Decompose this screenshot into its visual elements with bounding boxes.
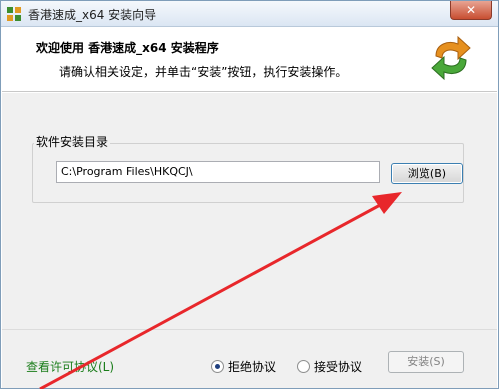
welcome-subtitle: 请确认相关设定，并单击“安装”按钮，执行安装操作。 [59,65,348,79]
reject-agreement-radio[interactable]: 拒绝协议 [211,358,276,375]
refresh-arrows-icon [430,34,472,82]
app-icon [6,6,22,22]
install-dir-label: 软件安装目录 [34,133,111,150]
browse-button[interactable]: 浏览(B) [391,163,463,184]
footer-panel: 查看许可协议(L) 拒绝协议 接受协议 安装(S) [2,329,497,388]
title-bar[interactable]: 香港速成_x64 安装向导 ✕ [1,1,498,27]
view-license-link[interactable]: 查看许可协议(L) [26,358,114,375]
radio-unchecked-icon [297,360,310,373]
welcome-title: 欢迎使用 香港速成_x64 安装程序 [36,41,219,55]
install-button[interactable]: 安装(S) [388,351,464,373]
installer-window: 香港速成_x64 安装向导 ✕ 欢迎使用 香港速成_x64 安装程序 请确认相关… [0,0,499,389]
accept-agreement-label: 接受协议 [314,360,363,374]
header-panel: 欢迎使用 香港速成_x64 安装程序 请确认相关设定，并单击“安装”按钮，执行安… [2,28,497,92]
body-panel: 软件安装目录 C:\Program Files\HKQCJ\ 浏览(B) [2,93,497,329]
radio-checked-icon [211,360,224,373]
install-path-field[interactable]: C:\Program Files\HKQCJ\ [56,161,380,183]
accept-agreement-radio[interactable]: 接受协议 [297,358,362,375]
window-title: 香港速成_x64 安装向导 [28,8,157,22]
reject-agreement-label: 拒绝协议 [228,360,277,374]
close-button[interactable]: ✕ [450,1,492,20]
